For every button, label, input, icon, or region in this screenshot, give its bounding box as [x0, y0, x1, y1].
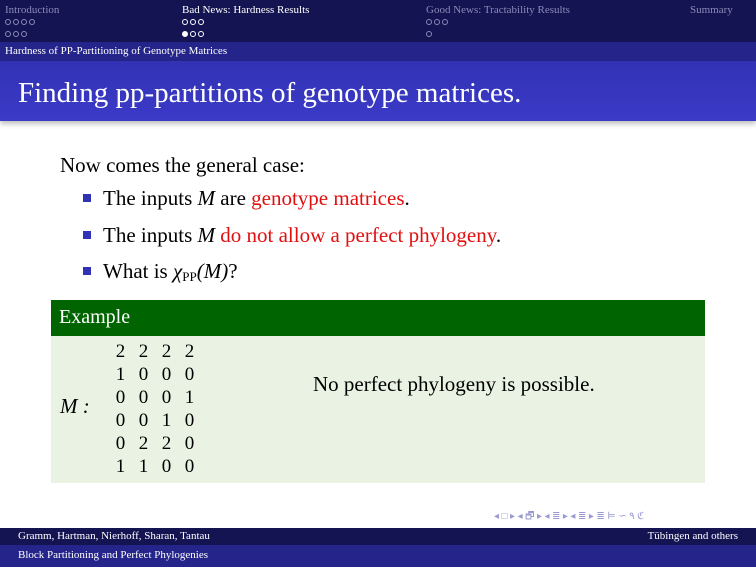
nav-dot-icon[interactable] [198, 31, 204, 37]
intro-text: Now comes the general case: [60, 153, 305, 177]
nav-dot-icon[interactable] [190, 19, 196, 25]
matrix-cell: 0 [184, 456, 195, 477]
bullet-item: What is χPP(M)? [83, 259, 238, 285]
nav-dot-icon[interactable] [442, 19, 448, 25]
matrix-cell: 2 [138, 341, 149, 362]
matrix-row: 0001 [109, 386, 201, 409]
matrix-row: 2222 [109, 340, 201, 363]
nav-dots [182, 19, 309, 40]
nav-dot-icon[interactable] [21, 19, 27, 25]
footer-authors: Gramm, Hartman, Nierhoff, Sharan, Tantau [18, 530, 210, 542]
matrix-cell: 0 [184, 364, 195, 385]
frame-title: Finding pp-partitions of genotype matric… [18, 77, 522, 109]
matrix-row: 0220 [109, 432, 201, 455]
matrix-cell: 0 [184, 433, 195, 454]
highlight-text: do not allow a perfect phylogeny [220, 223, 496, 247]
bullet-item: The inputs M are genotype matrices. [83, 186, 410, 211]
nav-dot-row [426, 19, 570, 28]
subsection-bar: Hardness of PP-Partitioning of Genotype … [0, 42, 756, 61]
footer-title-bar: Block Partitioning and Perfect Phylogeni… [0, 545, 756, 567]
example-note: No perfect phylogeny is possible. [313, 372, 595, 396]
matrix-cell: 0 [115, 410, 126, 431]
matrix-cell: 1 [184, 387, 195, 408]
nav-dot-icon[interactable] [182, 31, 188, 37]
matrix-label: M : [60, 394, 90, 418]
example-block: Example M : 222210000001001002201100 No … [51, 300, 705, 483]
nav-section-bad-news[interactable]: Bad News: Hardness Results [182, 4, 309, 40]
highlight-text: genotype matrices [251, 186, 405, 210]
matrix-cell: 0 [161, 456, 172, 477]
nav-dot-row [182, 19, 309, 28]
matrix-cell: 0 [115, 387, 126, 408]
nav-dots [5, 19, 59, 40]
matrix-cell: 0 [138, 364, 149, 385]
nav-dot-icon[interactable] [21, 31, 27, 37]
nav-section-summary[interactable]: Summary [690, 4, 733, 16]
beamer-navigation-symbols[interactable]: ◂ □ ▸ ◂ 🗗 ▸ ◂ ≣ ▸ ◂ ≣ ▸ ≣ ⊨ ∽ ۹ ℭ [494, 509, 644, 526]
nav-dot-icon[interactable] [5, 31, 11, 37]
matrix-cell: 1 [161, 410, 172, 431]
matrix-row: 1100 [109, 455, 201, 478]
nav-dot-icon[interactable] [190, 31, 196, 37]
nav-dot-row [426, 31, 570, 40]
nav-dot-icon[interactable] [5, 19, 11, 25]
matrix-cell: 0 [138, 410, 149, 431]
subsection-title: Hardness of PP-Partitioning of Genotype … [5, 45, 228, 57]
matrix-row: 0010 [109, 409, 201, 432]
nav-dot-icon[interactable] [426, 31, 432, 37]
nav-dot-row [5, 31, 59, 40]
nav-dot-icon[interactable] [434, 19, 440, 25]
example-block-header: Example [51, 300, 705, 336]
frame-title-bar: Finding pp-partitions of genotype matric… [0, 61, 756, 121]
bullet-square-icon [83, 194, 91, 202]
nav-dot-row [5, 19, 59, 28]
bullet-square-icon [83, 267, 91, 275]
nav-dot-icon[interactable] [13, 19, 19, 25]
nav-section-good-news[interactable]: Good News: Tractability Results [426, 4, 570, 40]
nav-dot-icon[interactable] [13, 31, 19, 37]
matrix-cell: 0 [161, 387, 172, 408]
matrix-cell: 0 [115, 433, 126, 454]
matrix-cell: 0 [161, 364, 172, 385]
matrix-cell: 2 [115, 341, 126, 362]
nav-dot-icon[interactable] [182, 19, 188, 25]
nav-dot-row [182, 31, 309, 40]
matrix-cell: 2 [138, 433, 149, 454]
matrix-cell: 0 [184, 410, 195, 431]
nav-dots [426, 19, 570, 40]
matrix-cell: 2 [161, 341, 172, 362]
matrix-cell: 1 [115, 456, 126, 477]
footer-authors-bar: Gramm, Hartman, Nierhoff, Sharan, Tantau… [0, 528, 756, 545]
nav-dot-icon[interactable] [426, 19, 432, 25]
matrix-cell: 0 [138, 387, 149, 408]
footer-institute: Tübingen and others [647, 530, 738, 542]
matrix-cell: 1 [138, 456, 149, 477]
matrix-cell: 1 [115, 364, 126, 385]
matrix-cell: 2 [184, 341, 195, 362]
nav-dot-icon[interactable] [198, 19, 204, 25]
section-navigation: Introduction Bad News: Hardness Results … [0, 0, 756, 42]
nav-dot-icon[interactable] [29, 19, 35, 25]
example-block-title: Example [59, 306, 131, 328]
footer-talk-title: Block Partitioning and Perfect Phylogeni… [18, 549, 209, 561]
matrix-cell: 2 [161, 433, 172, 454]
matrix-row: 1000 [109, 363, 201, 386]
genotype-matrix: 222210000001001002201100 [109, 340, 201, 478]
bullet-square-icon [83, 231, 91, 239]
bullet-item: The inputs M do not allow a perfect phyl… [83, 223, 501, 248]
nav-section-introduction[interactable]: Introduction [5, 4, 59, 40]
